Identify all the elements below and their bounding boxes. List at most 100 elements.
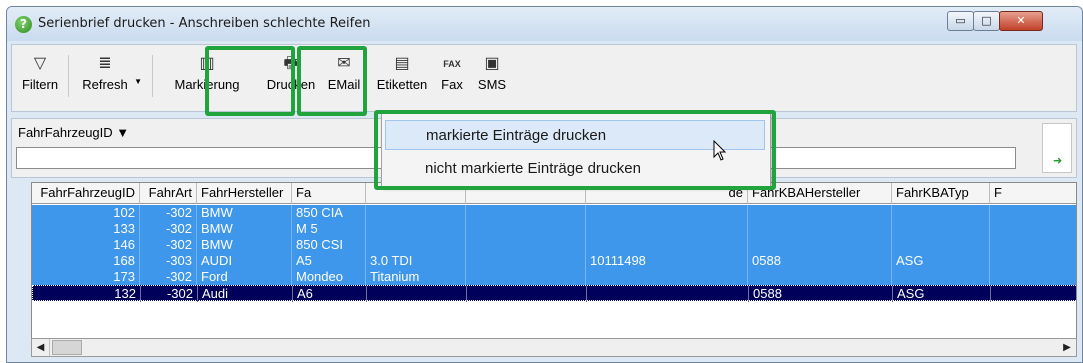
table-cell: 173 — [32, 269, 140, 285]
close-button[interactable]: ✕ — [999, 11, 1043, 31]
table-cell: -302 — [140, 221, 197, 237]
table-cell — [892, 269, 990, 285]
table-cell — [748, 205, 892, 221]
table-cell — [466, 253, 586, 269]
table-cell: Mondeo — [292, 269, 366, 285]
table-cell: 3.0 TDI — [366, 253, 466, 269]
minimize-button[interactable]: ▭ — [947, 11, 974, 31]
funnel-icon: ▽ — [33, 55, 47, 72]
table-cell — [892, 205, 990, 221]
fax-label: Fax — [441, 77, 463, 92]
toolbar-separator — [68, 55, 69, 97]
column-header[interactable]: F — [990, 183, 1076, 204]
table-cell: ASG — [892, 253, 990, 269]
toolbar: ▽ Filtern ≣ Refresh ▼ ▥ Markierung 🖶 Dru… — [11, 44, 1077, 112]
window-title: Serienbrief drucken - Anschreiben schlec… — [38, 16, 371, 31]
table-cell: 168 — [32, 253, 140, 269]
table-cell: 0588 — [748, 253, 892, 269]
mouse-cursor-icon — [713, 140, 727, 161]
etiketten-button[interactable]: ▤ Etiketten — [374, 53, 430, 103]
table-cell: 133 — [32, 221, 140, 237]
table-row[interactable]: 168 -303 AUDI A5 3.0 TDI 10111498 0588 A… — [32, 253, 1076, 269]
highlight-drucken — [297, 46, 367, 116]
table-row[interactable]: 146 -302 BMW 850 CSI — [32, 237, 1076, 253]
filter-field-label[interactable]: FahrFahrzeugID ▼ — [18, 125, 129, 140]
table-cell: 10111498 — [586, 253, 748, 269]
label-icon: ▤ — [394, 55, 410, 72]
table-cell: A6 — [293, 286, 367, 302]
table-cell: BMW — [197, 205, 292, 221]
sms-button[interactable]: ▣ SMS — [476, 53, 508, 103]
refresh-label: Refresh — [82, 77, 128, 92]
table-cell: 132 — [33, 286, 141, 302]
filter-label: Filtern — [21, 77, 59, 92]
fax-button[interactable]: FAX Fax — [438, 53, 466, 103]
fax-icon: FAX — [443, 59, 461, 69]
table-cell — [466, 269, 586, 285]
table-cell — [586, 221, 748, 237]
table-cell — [748, 269, 892, 285]
horizontal-scrollbar[interactable]: ◀ ▶ — [31, 338, 1077, 357]
etiketten-label: Etiketten — [376, 77, 428, 92]
table-cell — [587, 286, 749, 302]
table-cell — [466, 205, 586, 221]
column-header[interactable]: FahrHersteller — [197, 183, 292, 204]
table-cell: ASG — [893, 286, 991, 302]
table-cell: -302 — [140, 269, 197, 285]
table-cell: 146 — [32, 237, 140, 253]
table-cell: A5 — [292, 253, 366, 269]
arrow-right-icon: ➜ — [1053, 154, 1063, 167]
toolbar-separator — [152, 55, 153, 97]
table-cell: BMW — [197, 221, 292, 237]
sms-label: SMS — [477, 77, 507, 92]
table-row[interactable]: 102 -302 BMW 850 CIA — [32, 205, 1076, 221]
apply-filter-button[interactable]: ➜ — [1042, 123, 1072, 173]
scroll-thumb[interactable] — [52, 340, 82, 355]
table-cell — [748, 237, 892, 253]
table-row[interactable]: 133 -302 BMW M 5 — [32, 221, 1076, 237]
scroll-left-icon[interactable]: ◀ — [32, 339, 50, 356]
table-cell — [748, 221, 892, 237]
table-cell: Titanium — [366, 269, 466, 285]
maximize-button[interactable]: □ — [973, 11, 1000, 31]
table-cell — [466, 237, 586, 253]
table-cell: 102 — [32, 205, 140, 221]
filter-button[interactable]: ▽ Filtern — [20, 53, 60, 103]
scroll-right-icon[interactable]: ▶ — [1058, 339, 1076, 356]
column-header[interactable]: FahrKBATyp — [892, 183, 990, 204]
table-cell: 850 CIA — [292, 205, 366, 221]
table-row[interactable]: 173 -302 Ford Mondeo Titanium — [32, 269, 1076, 285]
table-cell: 0588 — [749, 286, 893, 302]
table-cell: AUDI — [197, 253, 292, 269]
table-cell: Audi — [198, 286, 293, 302]
table-cell: BMW — [197, 237, 292, 253]
table-cell — [892, 237, 990, 253]
highlight-markierung — [205, 46, 295, 116]
chevron-down-icon[interactable]: ▼ — [134, 77, 142, 86]
column-header[interactable]: FahrFahrzeugID — [32, 183, 140, 204]
title-bar: ? Serienbrief drucken - Anschreiben schl… — [7, 7, 1082, 41]
table-cell — [466, 221, 586, 237]
refresh-icon: ≣ — [98, 55, 112, 72]
question-icon: ? — [15, 16, 32, 33]
table-cell — [367, 286, 467, 302]
table-cell: -302 — [141, 286, 198, 302]
table-cell — [467, 286, 587, 302]
table-cell — [366, 221, 466, 237]
table-row-current[interactable]: 132 -302 Audi A6 0588 ASG — [32, 285, 1076, 302]
table-cell — [586, 269, 748, 285]
column-header[interactable]: FahrArt — [140, 183, 197, 204]
table-cell: M 5 — [292, 221, 366, 237]
column-header[interactable]: Fa — [292, 183, 366, 204]
table-cell: 850 CSI — [292, 237, 366, 253]
table-cell — [586, 205, 748, 221]
table-cell — [366, 237, 466, 253]
sms-icon: ▣ — [484, 55, 500, 72]
table-cell — [892, 221, 990, 237]
table-cell — [586, 237, 748, 253]
data-grid: FahrFahrzeugID FahrArt FahrHersteller Fa… — [31, 182, 1077, 357]
table-cell: Ford — [197, 269, 292, 285]
table-cell: -303 — [140, 253, 197, 269]
refresh-button[interactable]: ≣ Refresh ▼ — [78, 53, 142, 103]
table-cell: -302 — [140, 237, 197, 253]
